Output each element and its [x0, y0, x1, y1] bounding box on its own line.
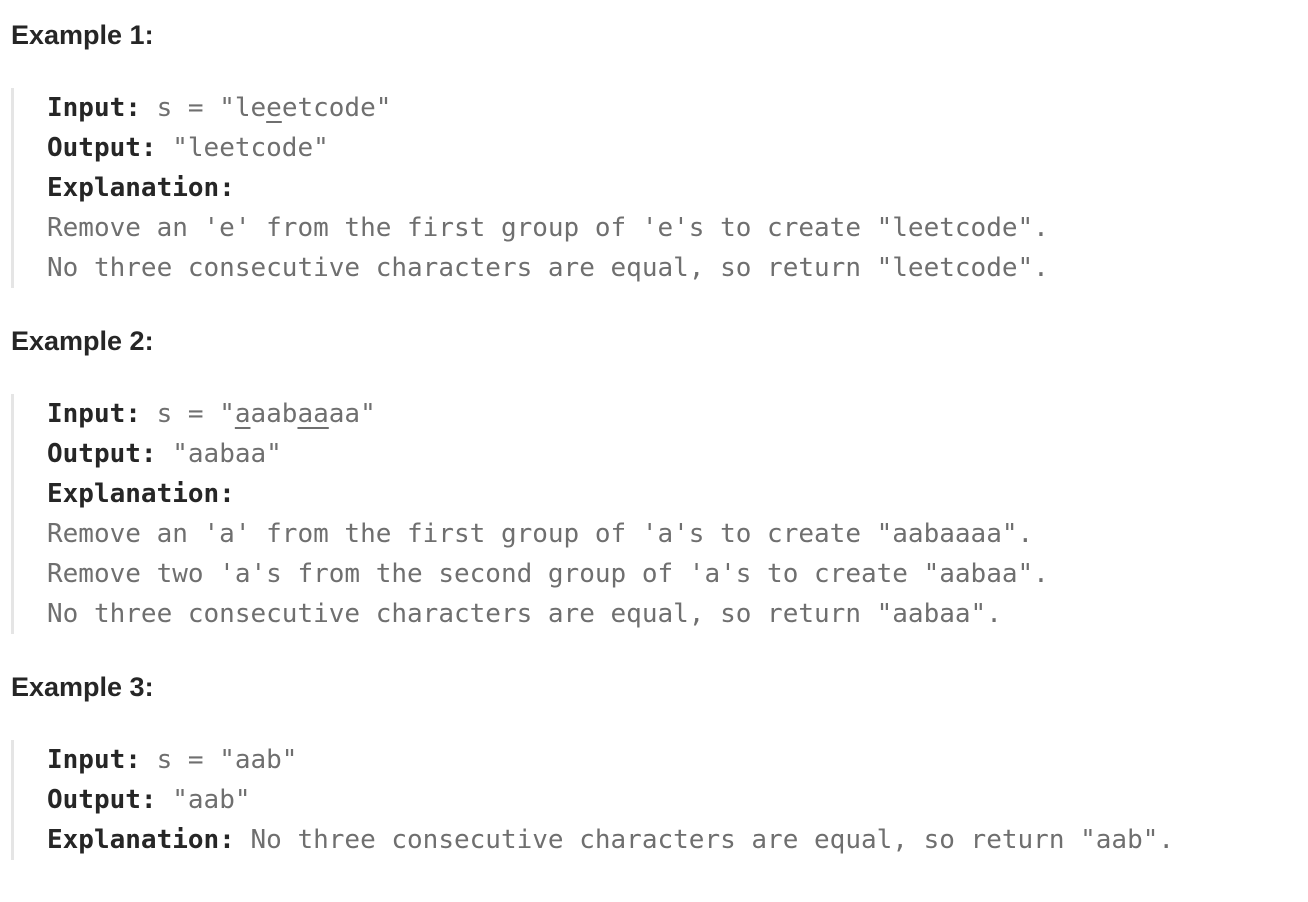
input-label: Input: [47, 399, 141, 429]
example-1-explanation-line: Remove an 'e' from the first group of 'e… [47, 213, 1049, 243]
example-3-explanation-line: Explanation: No three consecutive charac… [47, 820, 1174, 860]
input-label: Input: [47, 745, 141, 775]
output-value: "leetcode" [156, 133, 329, 163]
input-value-part: aab [250, 399, 298, 429]
input-value-suffix: etcode" [281, 93, 392, 123]
output-value: "aabaa" [156, 439, 282, 469]
example-2-explanation-line: Remove two 'a's from the second group of… [47, 559, 1049, 589]
example-2-output-line: Output: "aabaa" [47, 434, 1049, 474]
example-2-heading: Example 2: [11, 326, 154, 356]
example-1-explanation-line: No three consecutive characters are equa… [47, 253, 1049, 283]
problem-examples: Example 1: Input: s = "leeetcode" Output… [0, 0, 1308, 902]
input-value-part: aa" [328, 399, 376, 429]
input-value-part: s = " [140, 399, 235, 429]
input-value: s = "aab" [140, 745, 298, 775]
example-3-heading: Example 3: [11, 672, 154, 702]
input-value-underlined: aa [297, 399, 329, 429]
input-value-underlined: a [234, 399, 251, 429]
example-1-input-line: Input: s = "leeetcode" [47, 88, 1049, 128]
explanation-label: Explanation: [47, 479, 235, 509]
example-2-block: Input: s = "aaabaaaa" Output: "aabaa" Ex… [11, 394, 1049, 634]
example-2-input-line: Input: s = "aaabaaaa" [47, 394, 1049, 434]
input-value-prefix: s = "le [140, 93, 267, 123]
example-1-heading: Example 1: [11, 20, 154, 50]
output-label: Output: [47, 133, 157, 163]
output-label: Output: [47, 785, 157, 815]
example-2-explanation-line: No three consecutive characters are equa… [47, 599, 1002, 629]
explanation-text: No three consecutive characters are equa… [234, 825, 1175, 855]
example-3-output-line: Output: "aab" [47, 780, 1174, 820]
explanation-label: Explanation: [47, 825, 235, 855]
output-value: "aab" [156, 785, 251, 815]
example-2-explanation-line: Remove an 'a' from the first group of 'a… [47, 519, 1034, 549]
example-1-block: Input: s = "leeetcode" Output: "leetcode… [11, 88, 1049, 288]
example-1-explanation-label-line: Explanation: [47, 168, 1049, 208]
example-2-explanation-label-line: Explanation: [47, 474, 1049, 514]
output-label: Output: [47, 439, 157, 469]
example-1-output-line: Output: "leetcode" [47, 128, 1049, 168]
explanation-label: Explanation: [47, 173, 235, 203]
input-label: Input: [47, 93, 141, 123]
input-value-underlined: e [266, 93, 282, 123]
example-3-block: Input: s = "aab" Output: "aab" Explanati… [11, 740, 1174, 860]
example-3-input-line: Input: s = "aab" [47, 740, 1174, 780]
